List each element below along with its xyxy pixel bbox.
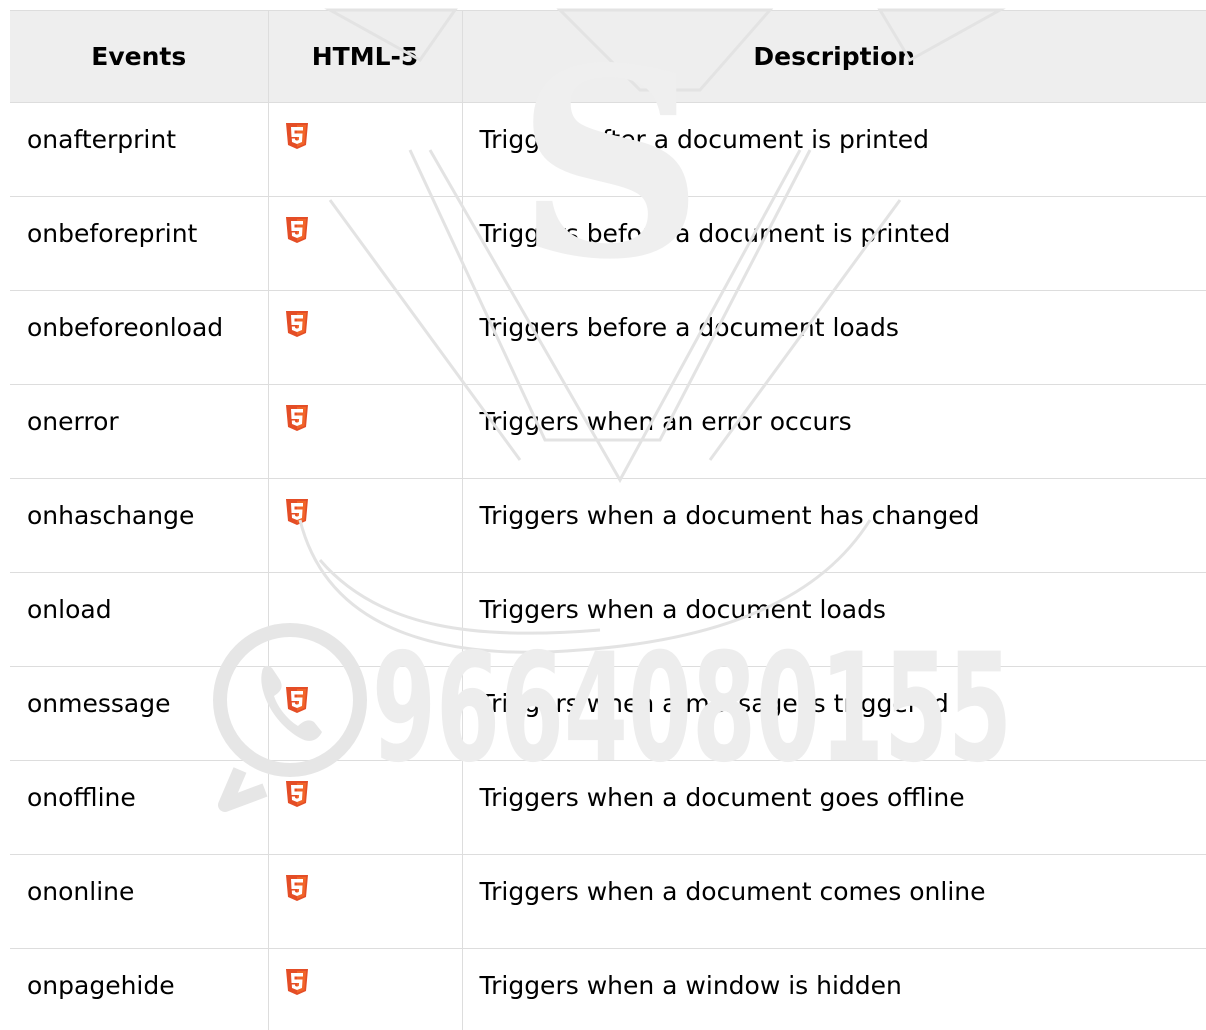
html5-cell [267, 760, 463, 855]
html5-icon [285, 687, 308, 713]
event-description: Triggers when an error occurs [461, 384, 1206, 479]
event-description: Triggers before a document loads [461, 290, 1206, 385]
table-row: ononline Triggers when a document comes o… [10, 854, 1206, 949]
html5-icon [285, 123, 308, 149]
table-row: onbeforeonload Triggers before a document… [10, 290, 1206, 385]
table-row: onerror Triggers when an error occurs [10, 384, 1206, 479]
html5-cell [267, 384, 463, 479]
html5-icon [285, 217, 308, 243]
table-body: onafterprint Triggers after a document is… [10, 102, 1206, 1030]
event-description: Triggers before a document is printed [461, 196, 1206, 291]
event-name: onmessage [10, 666, 269, 761]
event-name: ononline [10, 854, 269, 949]
html5-icon [285, 969, 308, 995]
html5-icon [285, 311, 308, 337]
table-row: onpagehide Triggers when a window is hidd… [10, 948, 1206, 1030]
table-header: Events HTML-5 Description [10, 10, 1206, 103]
table-row: onafterprint Triggers after a document is… [10, 102, 1206, 197]
header-description: Description [461, 10, 1206, 103]
event-name: onload [10, 572, 269, 667]
html5-cell [267, 102, 463, 197]
header-row: Events HTML-5 Description [10, 10, 1206, 103]
event-description: Triggers when a message is triggered [461, 666, 1206, 761]
header-events: Events [10, 10, 269, 103]
header-html5: HTML-5 [267, 10, 463, 103]
html5-cell [267, 478, 463, 573]
html5-icon [285, 499, 308, 525]
html5-cell [267, 666, 463, 761]
table-row: onload Triggers when a document loads [10, 572, 1206, 667]
table-row: onoffline Triggers when a document goes o… [10, 760, 1206, 855]
event-description: Triggers when a document has changed [461, 478, 1206, 573]
table-row: onbeforeprint Triggers before a document … [10, 196, 1206, 291]
event-description: Triggers when a document goes offline [461, 760, 1206, 855]
event-name: onoffline [10, 760, 269, 855]
event-description: Triggers when a window is hidden [461, 948, 1206, 1030]
html5-icon [285, 875, 308, 901]
events-table: Events HTML-5 Description onafterprint Tr… [10, 10, 1206, 1030]
event-name: onafterprint [10, 102, 269, 197]
html5-cell [267, 948, 463, 1030]
event-name: onpagehide [10, 948, 269, 1030]
event-name: onbeforeonload [10, 290, 269, 385]
event-description: Triggers after a document is printed [461, 102, 1206, 197]
event-description: Triggers when a document loads [461, 572, 1206, 667]
event-name: onerror [10, 384, 269, 479]
html5-cell [267, 290, 463, 385]
html5-icon [285, 405, 308, 431]
table-row: onmessage Triggers when a message is trig… [10, 666, 1206, 761]
html5-cell [267, 196, 463, 291]
html5-cell [267, 572, 463, 667]
table-row: onhaschange Triggers when a document has … [10, 478, 1206, 573]
event-description: Triggers when a document comes online [461, 854, 1206, 949]
html5-cell [267, 854, 463, 949]
event-name: onbeforeprint [10, 196, 269, 291]
html5-icon [285, 781, 308, 807]
event-name: onhaschange [10, 478, 269, 573]
